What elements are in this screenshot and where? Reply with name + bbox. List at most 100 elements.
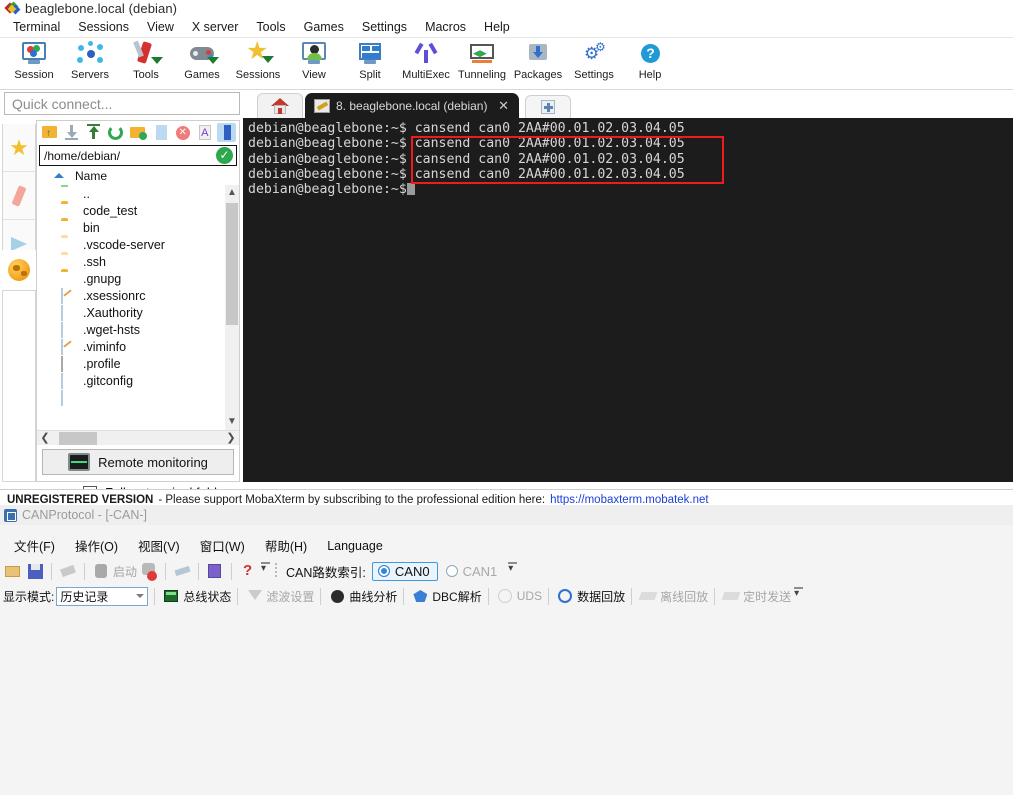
can-menu-language[interactable]: Language: [317, 536, 393, 556]
about-help-icon[interactable]: ?: [238, 561, 258, 581]
list-item[interactable]: .wget-hsts: [37, 321, 239, 338]
file-list-horizontal-scrollbar[interactable]: ❮ ❯: [37, 430, 239, 445]
menu-terminal[interactable]: Terminal: [4, 18, 69, 36]
file-list-vertical-scrollbar[interactable]: ▲ ▼: [225, 185, 239, 430]
list-item[interactable]: .gitconfig: [37, 372, 239, 389]
start-label[interactable]: 启动: [113, 563, 137, 580]
bus-status-icon[interactable]: [161, 586, 181, 606]
download-icon[interactable]: [62, 123, 81, 142]
menu-view[interactable]: View: [138, 18, 183, 36]
uds-icon[interactable]: [495, 586, 515, 606]
offline-playback-icon[interactable]: [638, 586, 658, 606]
list-item[interactable]: .vscode-server: [37, 236, 239, 253]
file-browser-column-header[interactable]: Name: [37, 166, 239, 185]
copy-icon[interactable]: [205, 561, 225, 581]
scrollbar-thumb-h[interactable]: [59, 432, 97, 445]
list-item[interactable]: .Xauthority: [37, 304, 239, 321]
scrollbar-thumb[interactable]: [226, 203, 238, 325]
remote-monitoring-button[interactable]: Remote monitoring: [42, 449, 234, 475]
toolbar-overflow-icon[interactable]: [260, 560, 272, 582]
curve-analysis-icon[interactable]: [327, 586, 347, 606]
new-folder-icon[interactable]: [128, 123, 148, 142]
path-confirm-icon[interactable]: ✓: [216, 147, 233, 164]
quick-connect-input[interactable]: Quick connect...: [4, 92, 240, 115]
offline-playback-label[interactable]: 离线回放: [660, 588, 708, 605]
toolbar-packages-button[interactable]: Packages: [510, 38, 566, 81]
toolbar-settings-button[interactable]: ⚙ ⚙ Settings: [566, 38, 622, 81]
timed-send-label[interactable]: 定时发送: [743, 588, 791, 605]
delete-icon[interactable]: ✕: [173, 123, 192, 142]
scroll-down-icon[interactable]: ▼: [225, 414, 239, 430]
toolbar-servers-button[interactable]: Servers: [62, 38, 118, 81]
toolbar-split-button[interactable]: Split: [342, 38, 398, 81]
menu-sessions[interactable]: Sessions: [69, 18, 138, 36]
save-icon[interactable]: [25, 561, 45, 581]
tab-beaglebone-session[interactable]: 8. beaglebone.local (debian) ✕: [305, 93, 519, 118]
can0-radio[interactable]: CAN0: [371, 561, 438, 581]
terminal-output[interactable]: debian@beaglebone:~$ cansend can0 2AA#00…: [243, 118, 1013, 482]
toolbar-games-button[interactable]: Games: [174, 38, 230, 81]
toolbar-tools-button[interactable]: Tools: [118, 38, 174, 81]
binary-mode-icon[interactable]: [216, 123, 236, 142]
sidebar-tools-button[interactable]: [3, 172, 35, 220]
filter-settings-label[interactable]: 滤波设置: [266, 588, 314, 605]
filter-icon[interactable]: [244, 586, 264, 606]
menu-settings[interactable]: Settings: [353, 18, 416, 36]
close-icon[interactable]: ✕: [498, 98, 509, 114]
file-browser-path-input[interactable]: /home/debian/ ✓: [39, 145, 237, 166]
can-menu-view[interactable]: 视图(V): [128, 533, 190, 558]
scroll-right-icon[interactable]: ❯: [223, 431, 239, 446]
menu-macros[interactable]: Macros: [416, 18, 475, 36]
scroll-up-icon[interactable]: ▲: [225, 185, 239, 201]
list-item[interactable]: [37, 389, 239, 406]
scroll-left-icon[interactable]: ❮: [37, 431, 53, 446]
dbc-icon[interactable]: [410, 586, 430, 606]
refresh-icon[interactable]: [106, 123, 125, 142]
dbc-parse-label[interactable]: DBC解析: [432, 588, 481, 605]
list-item[interactable]: .viminfo: [37, 338, 239, 355]
tag-icon[interactable]: [58, 561, 78, 581]
curve-analysis-label[interactable]: 曲线分析: [349, 588, 397, 605]
toolbar-view-button[interactable]: View: [286, 38, 342, 81]
config-icon[interactable]: [172, 561, 192, 581]
bus-status-label[interactable]: 总线状态: [183, 588, 231, 605]
can1-radio[interactable]: CAN1: [440, 562, 506, 581]
list-item[interactable]: .profile: [37, 355, 239, 372]
channel-overflow-icon[interactable]: [507, 560, 519, 582]
list-item[interactable]: .xsessionrc: [37, 287, 239, 304]
sidebar-favorites-button[interactable]: ★: [3, 124, 35, 172]
new-tab-button[interactable]: [525, 95, 571, 118]
uds-label[interactable]: UDS: [517, 589, 542, 603]
menu-xserver[interactable]: X server: [183, 18, 248, 36]
list-item[interactable]: .gnupg: [37, 270, 239, 287]
toolbar-session-button[interactable]: Session: [6, 38, 62, 81]
menu-games[interactable]: Games: [295, 18, 353, 36]
new-file-icon[interactable]: [151, 123, 170, 142]
list-item[interactable]: code_test: [37, 202, 239, 219]
timed-send-icon[interactable]: [721, 586, 741, 606]
can-menu-operation[interactable]: 操作(O): [65, 533, 128, 558]
menu-tools[interactable]: Tools: [247, 18, 294, 36]
toolbar-help-button[interactable]: ? Help: [622, 38, 678, 81]
data-playback-icon[interactable]: [555, 586, 575, 606]
toolbar-sessions-button[interactable]: ★ Sessions: [230, 38, 286, 82]
tab-home[interactable]: [257, 93, 303, 118]
list-item[interactable]: ..: [37, 185, 239, 202]
menu-help[interactable]: Help: [475, 18, 519, 36]
list-item[interactable]: .ssh: [37, 253, 239, 270]
start-device-icon[interactable]: [91, 561, 111, 581]
toolbar-multiexec-button[interactable]: MultiExec: [398, 38, 454, 81]
up-folder-icon[interactable]: ↑: [40, 123, 59, 142]
can-menu-window[interactable]: 窗口(W): [190, 533, 255, 558]
stop-device-icon[interactable]: [139, 561, 159, 581]
can-menu-help[interactable]: 帮助(H): [255, 533, 317, 558]
toolbar2-overflow-icon[interactable]: [793, 585, 805, 607]
data-playback-label[interactable]: 数据回放: [577, 588, 625, 605]
list-item[interactable]: bin: [37, 219, 239, 236]
toolbar-tunneling-button[interactable]: ◀▶ Tunneling: [454, 38, 510, 81]
toolbar-grip[interactable]: [274, 561, 279, 581]
text-mode-icon[interactable]: A: [195, 123, 214, 142]
upload-icon[interactable]: [84, 123, 103, 142]
open-file-icon[interactable]: [3, 561, 23, 581]
display-mode-select[interactable]: 历史记录: [56, 586, 149, 606]
